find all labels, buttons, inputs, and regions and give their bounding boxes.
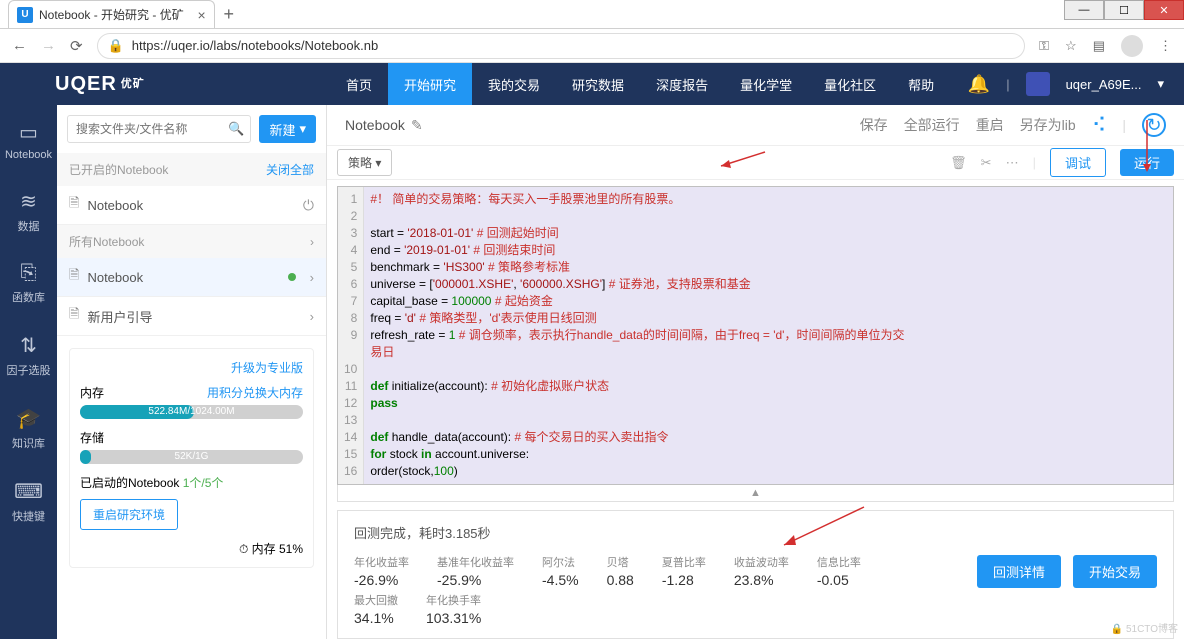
chevron-right-icon: › — [310, 309, 314, 324]
top-nav: UQER 优矿 首页开始研究我的交易研究数据深度报告量化学堂量化社区帮助 🔔 |… — [0, 63, 1184, 105]
metric: 年化换手率103.31% — [426, 592, 481, 626]
browser-tab[interactable]: U Notebook - 开始研究 - 优矿 × — [8, 0, 215, 28]
nav-开始研究[interactable]: 开始研究 — [388, 63, 472, 105]
power-icon[interactable]: ⏻ — [303, 197, 314, 214]
star-icon[interactable]: ☆ — [1065, 38, 1077, 54]
search-icon[interactable]: 🔍 — [228, 121, 244, 137]
rail-知识库[interactable]: 🎓知识库 — [12, 406, 45, 451]
started-count: 1个/5个 — [183, 476, 224, 490]
user-chevron-icon[interactable]: ▾ — [1157, 76, 1164, 92]
mem-exchange-link[interactable]: 用积分兑换大内存 — [207, 384, 303, 401]
cut-icon[interactable]: ✂ — [981, 155, 992, 171]
doc-icon: 🗎 — [69, 305, 79, 327]
start-trade-button[interactable]: 开始交易 — [1073, 555, 1157, 588]
tab-favicon: U — [17, 7, 33, 23]
profile-icon[interactable] — [1121, 35, 1143, 57]
forward-icon[interactable]: → — [41, 37, 56, 54]
nav-帮助[interactable]: 帮助 — [892, 63, 950, 105]
upgrade-link[interactable]: 升级为专业版 — [80, 359, 303, 376]
code-cell[interactable]: 123456789 10111213141516 #！ 简单的交易策略：每天买入… — [337, 186, 1174, 485]
new-tab-button[interactable]: + — [215, 0, 243, 28]
history-icon[interactable]: ↻ — [1142, 113, 1166, 137]
nav-深度报告[interactable]: 深度报告 — [640, 63, 724, 105]
window-close[interactable]: ✕ — [1144, 0, 1184, 20]
rail-快捷键[interactable]: ⌨快捷键 — [12, 479, 45, 524]
watermark: 🔒 51CTO博客 — [1111, 620, 1178, 635]
notebook-item[interactable]: 🗎 Notebook › — [57, 258, 326, 297]
mem-status: ⏱ 内存 51% — [80, 540, 303, 557]
strategy-dropdown[interactable]: 策略 ▾ — [337, 149, 392, 176]
rail-函数库[interactable]: ⎘函数库 — [12, 262, 45, 305]
avatar[interactable] — [1026, 72, 1050, 96]
more-icon[interactable]: ⋯ — [1006, 155, 1019, 171]
all-head: 所有Notebook — [69, 233, 144, 250]
left-rail: ▭Notebook ≋数据 ⎘函数库 ⇅因子选股 🎓知识库 ⌨快捷键 — [0, 105, 57, 639]
share-icon[interactable]: ⠪ — [1092, 113, 1107, 138]
nav-研究数据[interactable]: 研究数据 — [556, 63, 640, 105]
opened-head: 已开启的Notebook — [69, 161, 168, 178]
nav-量化社区[interactable]: 量化社区 — [808, 63, 892, 105]
rail-因子选股[interactable]: ⇅因子选股 — [7, 333, 51, 378]
tab-title: Notebook - 开始研究 - 优矿 — [39, 6, 184, 23]
bell-icon[interactable]: 🔔 — [968, 74, 990, 95]
username[interactable]: uqer_A69E... — [1066, 77, 1142, 92]
metric: 基准年化收益率-25.9% — [437, 554, 514, 588]
action-全部运行[interactable]: 全部运行 — [904, 115, 960, 135]
doc-icon: 🗎 — [69, 194, 79, 216]
run-button[interactable]: 运行 — [1120, 149, 1174, 176]
metric: 信息比率-0.05 — [817, 554, 861, 588]
reload-icon[interactable]: ⟳ — [70, 37, 83, 55]
metric: 最大回撤34.1% — [354, 592, 398, 626]
nav-首页[interactable]: 首页 — [330, 63, 388, 105]
edit-icon[interactable]: ✎ — [411, 117, 423, 134]
notebook-name: Notebook — [345, 117, 405, 133]
window-maximize[interactable]: ☐ — [1104, 0, 1144, 20]
restart-env-button[interactable]: 重启研究环境 — [80, 499, 178, 530]
content-area: Notebook ✎ 保存全部运行重启另存为lib ⠪ | ↻ 策略 ▾ 🗑 ✂… — [327, 105, 1184, 639]
lock-icon: 🔒 — [108, 38, 124, 54]
action-重启[interactable]: 重启 — [976, 115, 1004, 135]
metric: 夏普比率-1.28 — [662, 554, 706, 588]
doc-icon: 🗎 — [69, 266, 79, 288]
metric: 收益波动率23.8% — [734, 554, 789, 588]
storage-bar: 52K/1G — [80, 450, 303, 464]
logo[interactable]: UQER 优矿 — [0, 73, 160, 96]
back-icon[interactable]: ← — [12, 37, 27, 54]
url-text: https://uqer.io/labs/notebooks/Notebook.… — [132, 38, 378, 53]
running-dot-icon — [288, 273, 296, 281]
address-bar[interactable]: 🔒 https://uqer.io/labs/notebooks/Noteboo… — [97, 33, 1026, 59]
menu-icon[interactable]: ⋮ — [1159, 38, 1172, 54]
new-button[interactable]: 新建▾ — [259, 115, 316, 143]
trash-icon[interactable]: 🗑 — [950, 155, 967, 171]
metric: 阿尔法-4.5% — [542, 554, 579, 588]
window-minimize[interactable]: — — [1064, 0, 1104, 20]
notebook-item[interactable]: 🗎 新用户引导 › — [57, 297, 326, 336]
action-另存为lib[interactable]: 另存为lib — [1020, 115, 1076, 135]
memory-bar: 522.84M/1024.00M — [80, 405, 303, 419]
metric: 贝塔0.88 — [607, 554, 634, 588]
debug-button[interactable]: 调试 — [1050, 148, 1106, 177]
nav-量化学堂[interactable]: 量化学堂 — [724, 63, 808, 105]
metric: 年化收益率-26.9% — [354, 554, 409, 588]
action-保存[interactable]: 保存 — [860, 115, 888, 135]
detail-button[interactable]: 回测详情 — [977, 555, 1061, 588]
search-input[interactable]: 🔍 — [67, 115, 251, 143]
close-all-link[interactable]: 关闭全部 — [266, 161, 314, 178]
collapse-bar[interactable]: ▲ — [337, 485, 1174, 502]
key-icon[interactable]: ⚿ — [1039, 38, 1049, 54]
result-panel: 回测完成，耗时3.185秒 年化收益率-26.9% 基准年化收益率-25.9% 阿尔… — [337, 510, 1174, 639]
close-icon[interactable]: × — [198, 7, 206, 23]
sidebar: 🔍 新建▾ 已开启的Notebook 关闭全部 🗎 Notebook ⏻ 所有N… — [57, 105, 327, 639]
rail-数据[interactable]: ≋数据 — [18, 189, 40, 234]
share-ext-icon[interactable]: ▤ — [1093, 38, 1105, 54]
chevron-right-icon[interactable]: › — [310, 235, 314, 249]
result-title: 回测完成，耗时3.185秒 — [354, 523, 1157, 542]
rail-Notebook[interactable]: ▭Notebook — [5, 120, 52, 161]
opened-notebook-item[interactable]: 🗎 Notebook ⏻ — [57, 186, 326, 225]
nav-我的交易[interactable]: 我的交易 — [472, 63, 556, 105]
